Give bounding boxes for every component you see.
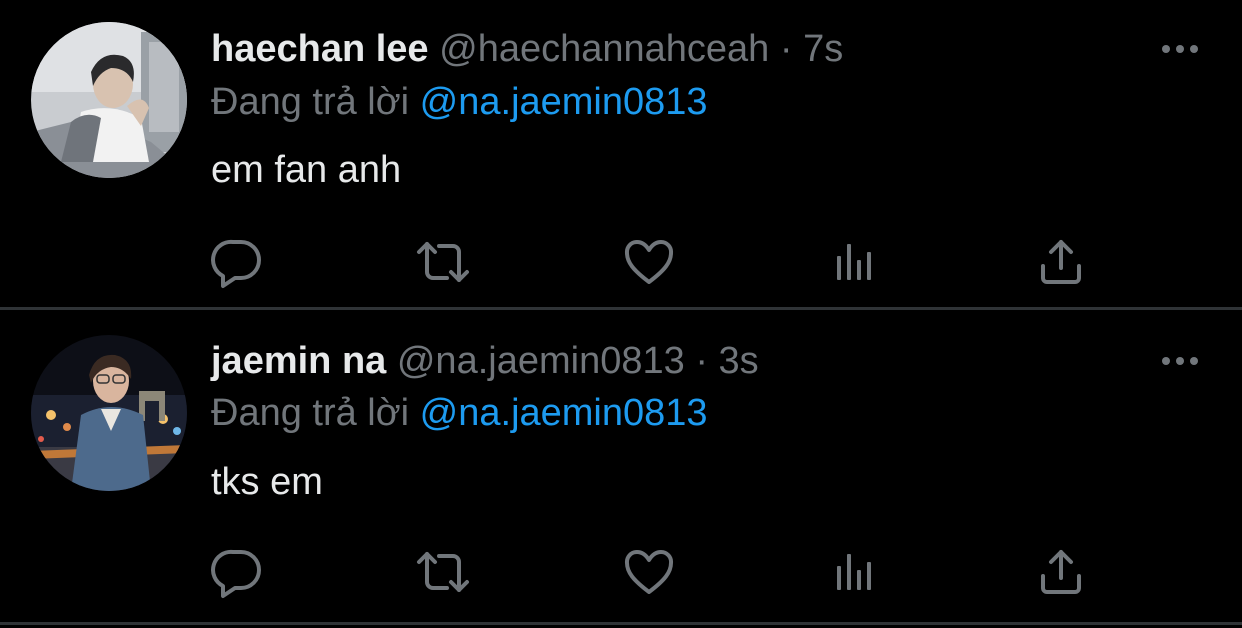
views-icon[interactable] bbox=[827, 544, 883, 600]
separator-dot: · bbox=[779, 28, 793, 70]
user-handle[interactable]: @na.jaemin0813 bbox=[397, 340, 685, 382]
retweet-icon[interactable] bbox=[415, 544, 471, 600]
avatar-photo bbox=[31, 22, 187, 178]
views-icon[interactable] bbox=[827, 234, 883, 290]
replying-to-label: Đang trả lời bbox=[211, 392, 410, 434]
display-name[interactable]: jaemin na bbox=[211, 340, 386, 382]
like-icon[interactable] bbox=[621, 544, 677, 600]
more-options-icon[interactable] bbox=[1158, 350, 1202, 372]
like-icon[interactable] bbox=[621, 234, 677, 290]
mention-link[interactable]: @na.jaemin0813 bbox=[420, 392, 708, 434]
timestamp[interactable]: 7s bbox=[803, 28, 843, 70]
divider bbox=[0, 307, 1242, 310]
avatar-photo bbox=[31, 335, 187, 491]
tweet-text: em fan anh bbox=[211, 149, 402, 191]
replying-to: Đang trả lời @na.jaemin0813 bbox=[211, 79, 708, 125]
retweet-icon[interactable] bbox=[415, 234, 471, 290]
tweet-header: jaemin na @na.jaemin0813 · 3s bbox=[211, 338, 759, 384]
tweet[interactable]: jaemin na @na.jaemin0813 · 3s Đang trả l… bbox=[0, 311, 1242, 623]
replying-to-label: Đang trả lời bbox=[211, 81, 410, 123]
tweet-text: tks em bbox=[211, 461, 323, 503]
mention-link[interactable]: @na.jaemin0813 bbox=[420, 81, 708, 123]
user-handle[interactable]: @haechannahceah bbox=[439, 28, 769, 70]
share-icon[interactable] bbox=[1033, 544, 1089, 600]
divider bbox=[0, 622, 1242, 625]
tweet-header: haechan lee @haechannahceah · 7s bbox=[211, 26, 843, 72]
reply-icon[interactable] bbox=[209, 234, 265, 290]
timestamp[interactable]: 3s bbox=[719, 340, 759, 382]
tweet-actions bbox=[0, 544, 1242, 600]
reply-icon[interactable] bbox=[209, 544, 265, 600]
separator-dot: · bbox=[695, 340, 708, 382]
display-name[interactable]: haechan lee bbox=[211, 28, 429, 70]
replying-to: Đang trả lời @na.jaemin0813 bbox=[211, 390, 708, 436]
tweet[interactable]: haechan lee @haechannahceah · 7s Đang tr… bbox=[0, 0, 1242, 308]
more-options-icon[interactable] bbox=[1158, 38, 1202, 60]
share-icon[interactable] bbox=[1033, 234, 1089, 290]
avatar[interactable] bbox=[31, 22, 187, 178]
avatar[interactable] bbox=[31, 335, 187, 491]
tweet-actions bbox=[0, 234, 1242, 290]
